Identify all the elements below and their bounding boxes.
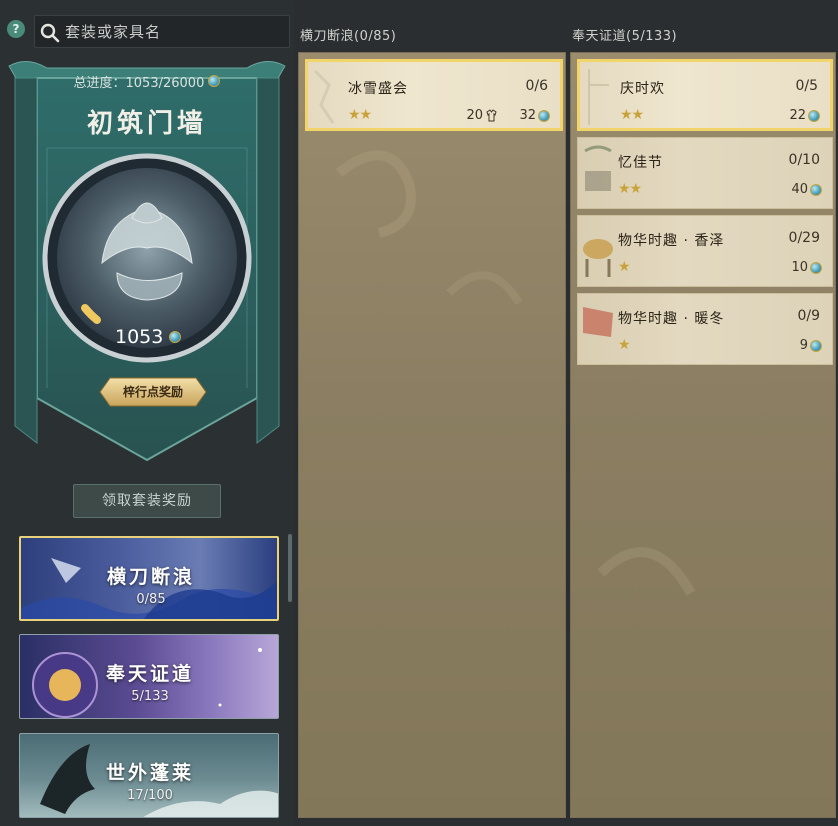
category-progress: 17/100 <box>127 788 173 803</box>
jade-coin-icon <box>810 183 822 196</box>
item-name: 庆时欢 <box>620 81 665 97</box>
coin-reward: 10 <box>791 260 822 275</box>
coin-reward-count: 9 <box>799 338 808 353</box>
jade-coin-icon <box>538 109 550 122</box>
item-thumbnail <box>583 239 613 277</box>
coin-reward: 22 <box>789 108 820 123</box>
item-card-xiang-ze[interactable]: 物华时趣 · 香泽 0/29 ★ 10 <box>577 215 833 287</box>
coin-reward-count: 40 <box>791 182 808 197</box>
item-name: 物华时趣 · 香泽 <box>618 233 725 249</box>
item-progress: 0/6 <box>525 78 548 94</box>
category-progress: 5/133 <box>131 689 169 704</box>
jade-coin-icon <box>169 331 182 343</box>
item-thumbnail <box>313 69 335 124</box>
outfit-reward: 20 <box>466 108 498 123</box>
column-header-heng-dao: 横刀断浪(0/85) <box>300 29 397 44</box>
category-card-heng-dao[interactable]: 横刀断浪 0/85 <box>19 536 279 621</box>
item-thumbnail <box>584 145 612 191</box>
coin-reward: 32 <box>519 108 550 123</box>
jade-coin-icon <box>208 75 221 87</box>
reward-points-label: 梓行点奖励 <box>122 385 183 399</box>
star-icon: ★★ <box>618 181 642 197</box>
star-icon: ★★ <box>348 107 372 123</box>
star-icon: ★ <box>618 337 631 353</box>
ring-value: 1053 <box>115 326 182 348</box>
category-card-shi-wai[interactable]: 世外蓬莱 17/100 <box>19 733 279 818</box>
outfit-reward-count: 20 <box>466 108 483 123</box>
jade-coin-icon <box>810 261 822 274</box>
search-icon <box>35 17 65 47</box>
item-progress: 0/9 <box>797 308 820 324</box>
total-progress-text: 总进度：1053/26000 <box>73 76 205 91</box>
item-name: 忆佳节 <box>618 155 663 171</box>
coin-reward-count: 22 <box>789 108 806 123</box>
coin-reward-count: 10 <box>791 260 808 275</box>
outfit-icon <box>486 109 497 122</box>
category-name: 横刀断浪 <box>106 566 195 588</box>
coin-reward-count: 32 <box>519 108 536 123</box>
item-card-nuan-dong[interactable]: 物华时趣 · 暖冬 0/9 ★ 9 <box>577 293 833 365</box>
item-card-qing-shi[interactable]: 庆时欢 0/5 ★★ 22 <box>577 59 833 131</box>
sidebar-scrollbar[interactable] <box>288 534 292 602</box>
ring-value-text: 1053 <box>115 326 164 348</box>
item-card-yi-jia[interactable]: 忆佳节 0/10 ★★ 40 <box>577 137 833 209</box>
column-panel-feng-tian: 庆时欢 0/5 ★★ 22 忆佳节 0/10 ★★ 40 物华时趣 · 香泽 0… <box>570 52 836 818</box>
search-input[interactable]: 套装或家具名 <box>34 15 290 48</box>
claim-set-reward-button[interactable]: 领取套装奖励 <box>73 484 221 518</box>
question-icon[interactable]: ? <box>7 20 25 38</box>
jade-coin-icon <box>810 339 822 352</box>
item-name: 物华时趣 · 暖冬 <box>618 311 725 327</box>
item-name: 冰雪盛会 <box>348 81 408 97</box>
coin-reward: 40 <box>791 182 822 197</box>
search-placeholder: 套装或家具名 <box>65 23 162 41</box>
column-header-feng-tian: 奉天证道(5/133) <box>572 29 678 44</box>
item-thumbnail <box>583 307 613 337</box>
star-icon: ★★ <box>620 107 644 123</box>
reward-points-button[interactable]: 梓行点奖励 <box>100 377 206 407</box>
jade-coin-icon <box>808 109 820 122</box>
sidebar: ? 套装或家具名 总进度：1053/26000 初筑门墙 1053 梓行点奖励 … <box>0 0 294 826</box>
item-progress: 0/29 <box>788 230 820 246</box>
coin-reward: 9 <box>800 338 822 353</box>
category-name: 世外蓬莱 <box>105 762 194 784</box>
item-thumbnail <box>588 69 609 125</box>
category-progress: 0/85 <box>136 592 166 607</box>
banner-title: 初筑门墙 <box>86 109 207 139</box>
item-progress: 0/10 <box>788 152 820 168</box>
total-progress: 总进度：1053/26000 <box>7 72 287 91</box>
item-card-bing-xue[interactable]: 冰雪盛会 0/6 ★★ 20 32 <box>305 59 563 131</box>
progress-banner: 总进度：1053/26000 初筑门墙 1053 梓行点奖励 <box>7 58 287 463</box>
category-card-feng-tian[interactable]: 奉天证道 5/133 <box>19 634 279 719</box>
column-panel-heng-dao: 冰雪盛会 0/6 ★★ 20 32 <box>298 52 566 818</box>
star-icon: ★ <box>618 259 631 275</box>
item-progress: 0/5 <box>795 78 818 94</box>
category-name: 奉天证道 <box>105 663 194 685</box>
